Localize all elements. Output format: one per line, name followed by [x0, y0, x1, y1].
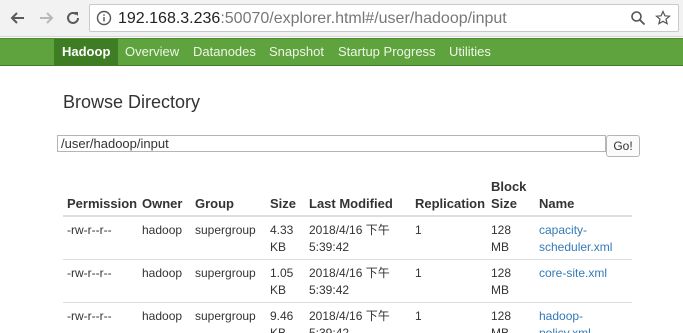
row3-owner: hadoop	[142, 309, 183, 323]
row2-owner: hadoop	[142, 266, 183, 280]
row3-group: supergroup	[195, 309, 256, 323]
header-owner[interactable]: Owner	[142, 195, 182, 213]
row-divider	[63, 302, 632, 303]
row3-replication: 1	[415, 309, 422, 323]
row2-size-value: 1.05	[270, 266, 294, 280]
header-group[interactable]: Group	[195, 195, 234, 213]
row1-block-value: 128	[491, 223, 512, 237]
address-bar[interactable]: 192.168.3.236:50070/explorer.html#/user/…	[89, 4, 679, 32]
row2-modified-date: 2018/4/16 下午	[309, 266, 390, 280]
row2-name-link[interactable]: core-site.xml	[539, 265, 607, 282]
row3-permission: -rw-r--r--	[67, 309, 112, 323]
row1-size-value: 4.33	[270, 223, 294, 237]
nav-item-startup-progress[interactable]: Startup Progress	[338, 39, 436, 65]
url-host: 192.168.3.236	[118, 10, 221, 27]
row1-name-link[interactable]: capacity-	[539, 222, 587, 239]
header-block-size-line1[interactable]: Block	[491, 178, 526, 196]
url-text[interactable]: 192.168.3.236:50070/explorer.html#/user/…	[118, 10, 507, 28]
header-block-size-line2[interactable]: Size	[491, 195, 517, 213]
page-title: Browse Directory	[63, 92, 201, 112]
row2-block-unit: MB	[491, 283, 509, 297]
nav-item-overview[interactable]: Overview	[125, 39, 179, 65]
row3-modified-time: 5:39:42	[309, 326, 350, 333]
row1-permission: -rw-r--r--	[67, 223, 112, 237]
url-path: :50070/explorer.html#/user/hadoop/input	[220, 10, 507, 27]
row3-size-unit: KB	[270, 326, 287, 333]
row1-name-link-cont[interactable]: scheduler.xml	[539, 239, 612, 256]
row1-modified-date: 2018/4/16 下午	[309, 223, 390, 237]
directory-path-input[interactable]: /user/hadoop/input	[57, 135, 606, 152]
nav-item-datanodes[interactable]: Datanodes	[193, 39, 256, 65]
back-button[interactable]	[8, 8, 28, 28]
nav-brand-hadoop[interactable]: Hadoop	[54, 39, 119, 65]
row1-size-unit: KB	[270, 240, 287, 254]
header-last-modified[interactable]: Last Modified	[309, 195, 393, 213]
row3-size-value: 9.46	[270, 309, 294, 323]
row2-size-unit: KB	[270, 283, 287, 297]
row1-replication: 1	[415, 223, 422, 237]
row3-block-value: 128	[491, 309, 512, 323]
row3-modified-date: 2018/4/16 下午	[309, 309, 390, 323]
row2-replication: 1	[415, 266, 422, 280]
go-button[interactable]: Go!	[606, 135, 640, 157]
info-icon[interactable]	[96, 10, 112, 26]
browser-toolbar: 192.168.3.236:50070/explorer.html#/user/…	[0, 0, 683, 37]
reload-icon	[67, 11, 79, 24]
row2-block-value: 128	[491, 266, 512, 280]
row3-block-unit: MB	[491, 326, 509, 333]
row1-modified-time: 5:39:42	[309, 240, 350, 254]
nav-item-snapshot[interactable]: Snapshot	[269, 39, 324, 65]
hadoop-navbar: Hadoop Overview Datanodes Snapshot Start…	[0, 38, 683, 66]
row1-block-unit: MB	[491, 240, 509, 254]
row2-group: supergroup	[195, 266, 256, 280]
row1-group: supergroup	[195, 223, 256, 237]
header-size[interactable]: Size	[270, 195, 296, 213]
back-arrow-icon	[10, 12, 24, 24]
row3-name-link[interactable]: hadoop-	[539, 308, 583, 325]
forward-arrow-icon	[40, 12, 54, 24]
row2-modified-time: 5:39:42	[309, 283, 350, 297]
bookmark-star-icon[interactable]	[655, 10, 671, 26]
row2-permission: -rw-r--r--	[67, 266, 112, 280]
header-permission[interactable]: Permission	[67, 195, 137, 213]
row3-name-link-cont[interactable]: policy.xml	[539, 325, 591, 333]
header-divider	[63, 215, 632, 217]
row1-owner: hadoop	[142, 223, 183, 237]
header-replication[interactable]: Replication	[415, 195, 485, 213]
zoom-search-icon[interactable]	[630, 10, 646, 26]
row-divider	[63, 259, 632, 260]
reload-button[interactable]	[63, 8, 83, 28]
nav-item-utilities[interactable]: Utilities	[449, 39, 491, 65]
header-name[interactable]: Name	[539, 195, 574, 213]
forward-button[interactable]	[36, 8, 56, 28]
